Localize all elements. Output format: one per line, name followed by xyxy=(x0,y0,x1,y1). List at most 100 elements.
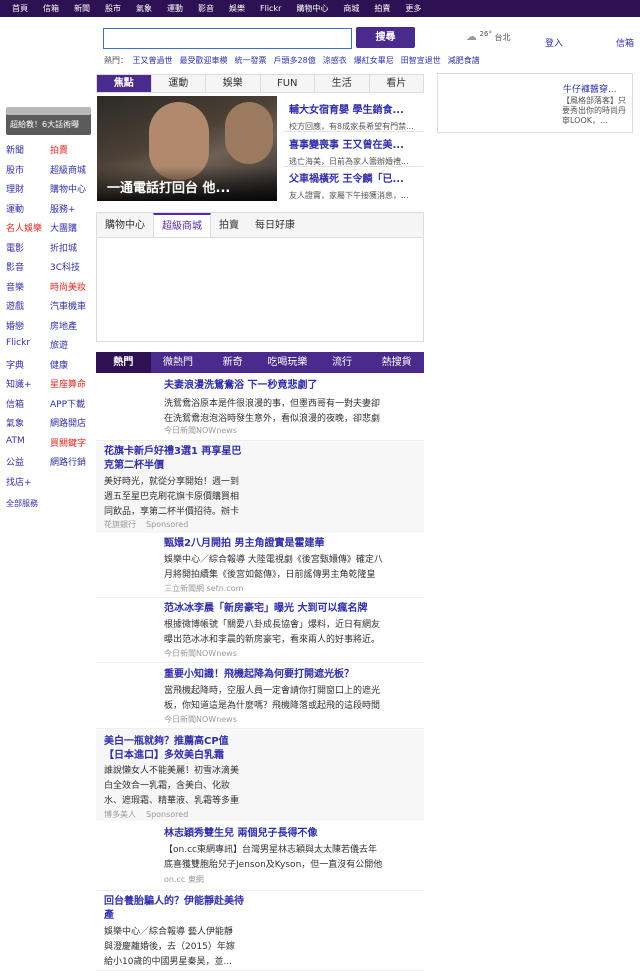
shopping-tab[interactable]: 每日好康 xyxy=(247,213,303,237)
sidebar-ad[interactable]: 牛仔褲醬穿... 【風格部落客】只要秀出你的時尚丹寧LOOK，... xyxy=(437,73,633,133)
leftnav-link[interactable]: Flickr xyxy=(6,338,50,358)
feature-story-3[interactable]: 父車禍橫死 王令麟「已... 友人證實，家屬下午接獲消息，... xyxy=(289,170,420,201)
trending-link[interactable]: 田智宣退世 xyxy=(401,56,441,65)
news-tab[interactable]: 娛樂 xyxy=(206,75,261,92)
search-button[interactable]: 搜尋 xyxy=(356,27,415,48)
trending-link[interactable]: 減肥食譜 xyxy=(448,56,480,65)
feature-story-1[interactable]: 輔大女宿育嬰 學生銷食... 校方回應，有8成家長希望有門禁... xyxy=(289,101,420,132)
shopping-tab[interactable]: 拍賣 xyxy=(211,213,247,237)
news-tab[interactable]: 焦點 xyxy=(97,75,152,92)
leftnav-link[interactable]: 買關鍵字 xyxy=(50,436,94,456)
feature-caption[interactable]: 一通電話打回台 他... xyxy=(107,177,230,196)
feed-item-title[interactable]: 美白一瓶就夠？推薦高CP值【日本進口】多效美白乳霜 xyxy=(104,735,244,763)
trending-link[interactable]: 最受歡迎車模 xyxy=(180,56,228,65)
ad-title[interactable]: 牛仔褲醬穿... xyxy=(563,82,617,95)
story-title[interactable]: 父車禍橫死 王令麟「已... xyxy=(289,170,420,185)
leftnav-link[interactable]: 公益 xyxy=(6,455,50,475)
leftnav-link[interactable]: 服務+ xyxy=(50,202,94,222)
news-tab[interactable]: 運動 xyxy=(152,75,206,92)
trending-link[interactable]: 涼感衣 xyxy=(323,56,347,65)
leftnav-link[interactable]: 星座算命 xyxy=(50,377,94,397)
leftnav-link[interactable]: 拍賣 xyxy=(50,143,94,163)
leftnav-link[interactable]: 婚戀 xyxy=(6,319,50,339)
leftnav-link[interactable]: 名人娛樂 xyxy=(6,221,50,241)
topnav-item[interactable]: 購物中心 xyxy=(296,3,328,14)
topnav-item[interactable]: 氣象 xyxy=(136,3,152,14)
news-tab[interactable]: 生活 xyxy=(315,75,370,92)
leftnav-link[interactable]: 網路開店 xyxy=(50,416,94,436)
leftnav-link[interactable]: 折扣城 xyxy=(50,241,94,261)
leftnav-link[interactable]: 網路行銷 xyxy=(50,455,94,475)
leftnav-link[interactable]: 超級商城 xyxy=(50,163,94,183)
feed-item-title[interactable]: 林志穎秀雙生兒 兩個兒子長得不像 xyxy=(164,827,414,841)
leftnav-link[interactable]: 運動 xyxy=(6,202,50,222)
leftnav-link[interactable]: ATM xyxy=(6,436,50,456)
leftnav-link[interactable]: 影音 xyxy=(6,260,50,280)
trending-link[interactable]: 爆紅女畢尼 xyxy=(354,56,394,65)
feed-item[interactable]: 回台養胎騙人的？伊能靜赴美待產 娛樂中心／綜合報導 藝人伊能靜 與澄慶離婚後，去（2… xyxy=(96,891,424,971)
topnav-item[interactable]: 娛樂 xyxy=(229,3,245,14)
topnav-item[interactable]: 信箱 xyxy=(43,3,59,14)
feed-item-title[interactable]: 甄嬛2八月開拍 男主角證實是霍建華 xyxy=(164,537,414,551)
feed-tab[interactable]: 微熱門 xyxy=(151,352,206,373)
shopping-tab[interactable]: 超級商城 xyxy=(153,213,211,237)
leftnav-link[interactable]: 遊戲 xyxy=(6,299,50,319)
news-tab[interactable]: FUN xyxy=(261,75,315,92)
shopping-tab[interactable]: 購物中心 xyxy=(97,213,153,237)
leftnav-link[interactable]: 購物中心 xyxy=(50,182,94,202)
leftnav-link[interactable]: 字典 xyxy=(6,358,50,378)
leftnav-link[interactable]: 電影 xyxy=(6,241,50,261)
leftnav-link[interactable]: 理財 xyxy=(6,182,50,202)
feed-item-title[interactable]: 回台養胎騙人的？伊能靜赴美待產 xyxy=(104,895,244,923)
topnav-item[interactable]: 更多 xyxy=(405,3,421,14)
topnav-item[interactable]: 影音 xyxy=(198,3,214,14)
leftnav-link[interactable]: 汽車機車 xyxy=(50,299,94,319)
leftnav-link[interactable]: 找店+ xyxy=(6,475,50,495)
topnav-item[interactable]: 股市 xyxy=(105,3,121,14)
leftnav-link[interactable]: 旅遊 xyxy=(50,338,94,358)
feed-tab[interactable]: 熱搜貨 xyxy=(369,352,424,373)
feed-tab[interactable]: 熱門 xyxy=(96,352,151,373)
story-title[interactable]: 輔大女宿育嬰 學生銷食... xyxy=(289,101,420,116)
feed-item[interactable]: 林志穎秀雙生兒 兩個兒子長得不像 【on.cc東網專訊】台灣男星林志穎與太太陳若儀… xyxy=(96,821,424,891)
trending-link[interactable]: 戶頭多28億 xyxy=(274,56,316,65)
search-input[interactable] xyxy=(103,28,352,49)
feed-item[interactable]: 花旗卡新戶好禮3選1 再享星巴克第二杯半價 美好時光，就從分享開始！週一到 週五至星… xyxy=(96,441,424,533)
feature-story-2[interactable]: 喜事變喪事 王又曾在美... 逃亡海美，日前為家人籌辦婚禮... xyxy=(289,136,420,167)
story-title[interactable]: 喜事變喪事 王又曾在美... xyxy=(289,136,420,151)
trending-link[interactable]: 王又曾過世 xyxy=(133,56,173,65)
news-tab[interactable]: 看片 xyxy=(370,75,424,92)
promo-banner[interactable]: 超給教！6大話術曝 xyxy=(6,107,91,135)
feed-item[interactable]: 甄嬛2八月開拍 男主角證實是霍建華 娛樂中心／綜合報導 大陸電視劇《後宮甄嬛傳》確… xyxy=(96,533,424,598)
feed-tab[interactable]: 新奇 xyxy=(205,352,260,373)
feed-item[interactable]: 重要小知識！飛機起降為何要打開遮光板？ 當飛機起降時，空服人員一定會請你打開窗口上… xyxy=(96,663,424,729)
feed-item-title[interactable]: 花旗卡新戶好禮3選1 再享星巴克第二杯半價 xyxy=(104,445,244,473)
leftnav-link[interactable]: 股市 xyxy=(6,163,50,183)
topnav-item[interactable]: 首頁 xyxy=(12,3,28,14)
feed-tab[interactable]: 流行 xyxy=(315,352,370,373)
leftnav-link[interactable]: 時尚美妝 xyxy=(50,280,94,300)
leftnav-link[interactable]: 音樂 xyxy=(6,280,50,300)
feed-item-title[interactable]: 范冰冰李晨「新房豪宅」曝光 大到可以瘋名牌 xyxy=(164,602,414,616)
feed-tab[interactable]: 吃喝玩樂 xyxy=(260,352,315,373)
topnav-item[interactable]: 商城 xyxy=(343,3,359,14)
topnav-item[interactable]: Flickr xyxy=(260,4,281,13)
topnav-item[interactable]: 拍賣 xyxy=(374,3,390,14)
weather-widget[interactable]: ☁ 26° 台北 xyxy=(466,30,511,43)
leftnav-link[interactable]: 新聞 xyxy=(6,143,50,163)
feed-item-title[interactable]: 夫妻浪漫洗鴛鴦浴 下一秒竟悲劇了 xyxy=(164,379,414,393)
feed-item[interactable]: 范冰冰李晨「新房豪宅」曝光 大到可以瘋名牌 根據微博帳號「關愛八卦成長協會」爆料，… xyxy=(96,598,424,663)
trending-link[interactable]: 統一發票 xyxy=(235,56,267,65)
leftnav-link[interactable]: 房地產 xyxy=(50,319,94,339)
leftnav-link[interactable]: 氣象 xyxy=(6,416,50,436)
feed-item-title[interactable]: 重要小知識！飛機起降為何要打開遮光板？ xyxy=(164,668,414,682)
feed-item[interactable]: 美白一瓶就夠？推薦高CP值【日本進口】多效美白乳霜 誰說懶女人不能美麗！初雪冰滴美… xyxy=(96,729,424,821)
topnav-item[interactable]: 運動 xyxy=(167,3,183,14)
leftnav-link[interactable]: 知識+ xyxy=(6,377,50,397)
mail-link[interactable]: 信箱 xyxy=(616,36,634,49)
topnav-item[interactable]: 新聞 xyxy=(74,3,90,14)
leftnav-link[interactable]: APP下載 xyxy=(50,397,94,417)
login-link[interactable]: 登入 xyxy=(545,36,563,49)
feed-item[interactable]: 夫妻浪漫洗鴛鴦浴 下一秒竟悲劇了 洗鴛鴦浴原本是件很浪漫的事，但墨西哥有一對夫妻卻… xyxy=(96,373,424,441)
leftnav-link[interactable]: 信箱 xyxy=(6,397,50,417)
